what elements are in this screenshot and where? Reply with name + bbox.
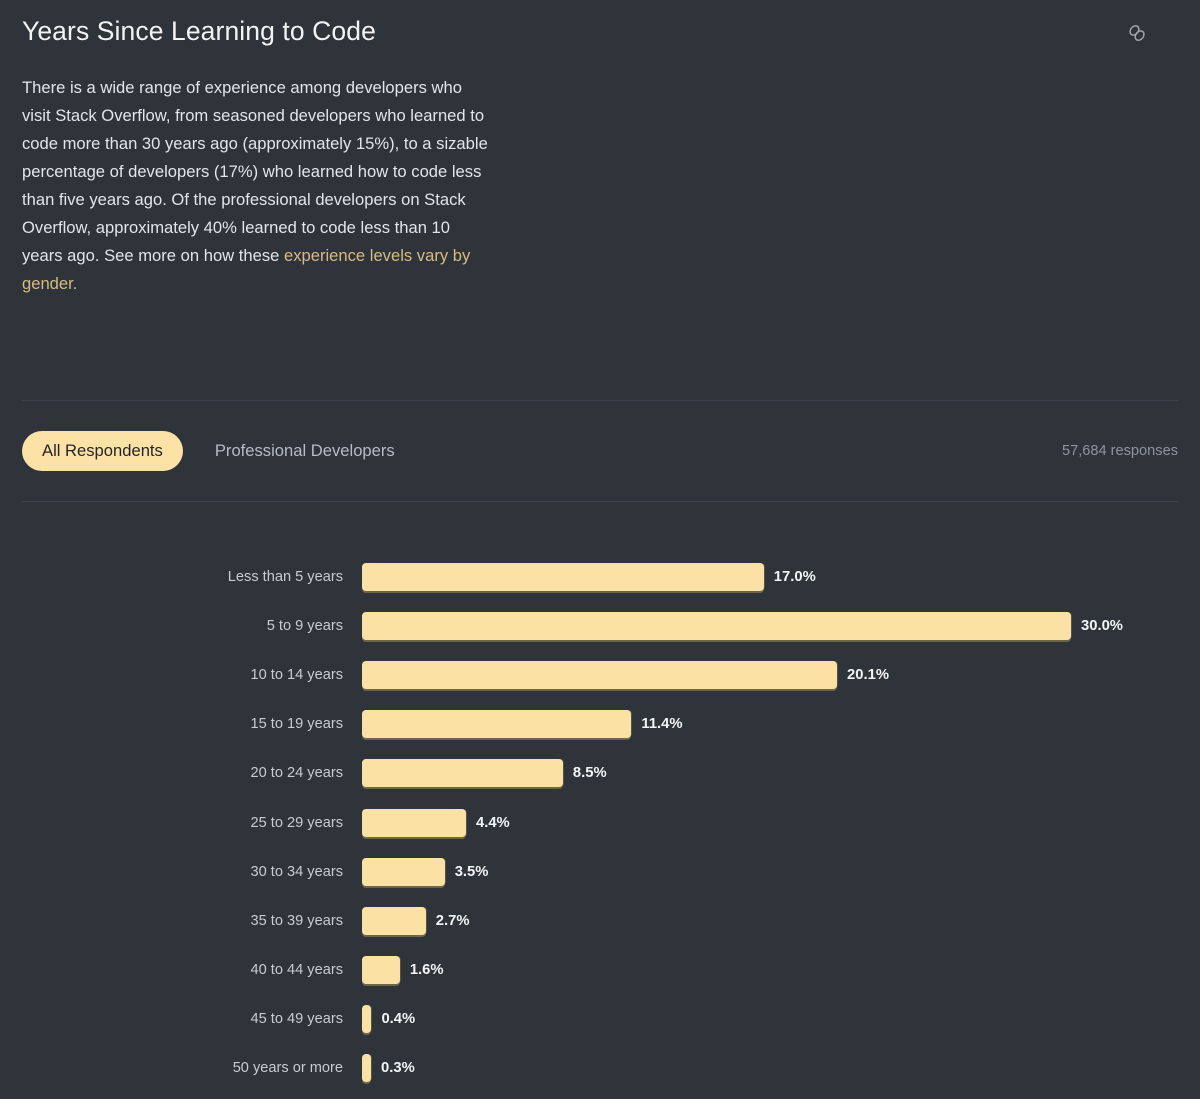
bar-track: 20.1% [362,650,1200,699]
bar[interactable] [362,710,632,739]
bar-category-label: 50 years or more [232,1060,343,1077]
bar[interactable] [362,808,466,837]
bar-value-label: 8.5% [572,765,607,782]
bar-value-label: 2.7% [435,912,470,929]
description-body: There is a wide range of experience amon… [22,78,488,265]
bar[interactable] [362,906,426,935]
tab-professional-developers[interactable]: Professional Developers [195,431,415,471]
bar-value-label: 20.1% [847,666,889,683]
bar[interactable] [362,660,838,689]
bar-category-label: Less than 5 years [227,568,343,585]
bar-value-label: 3.5% [454,863,489,880]
bar-category-label: 25 to 29 years [250,814,344,831]
bar-track: 17.0% [362,552,1200,601]
bar[interactable] [362,611,1071,640]
bar-category-label: 45 to 49 years [250,1011,344,1028]
tab-all-respondents[interactable]: All Respondents [22,431,183,471]
bar-category-label: 10 to 14 years [250,666,344,683]
bar-row: 40 to 44 years 1.6% [0,946,1200,995]
bar-track: 4.4% [362,798,1200,847]
bar-value-label: 4.4% [475,814,510,831]
response-count: 57,684 responses [1061,443,1178,459]
bar-row: 30 to 34 years 3.5% [0,847,1200,896]
tab-bar: All Respondents Professional Developers … [0,401,1200,501]
bar-value-label: 17.0% [773,568,816,585]
bar[interactable] [362,562,764,591]
bar-row: 35 to 39 years 2.7% [0,896,1200,945]
bar[interactable] [362,1005,372,1034]
bar-category-label: 30 to 34 years [250,863,344,880]
bar[interactable] [362,1054,371,1083]
bar-value-label: 11.4% [641,716,683,733]
bar-row: 45 to 49 years 0.4% [0,995,1200,1044]
bar[interactable] [362,857,445,886]
description-text: There is a wide range of experience amon… [0,74,510,298]
bar-category-label: 15 to 19 years [250,716,344,733]
bar-row: 10 to 14 years 20.1% [0,650,1200,699]
card-header: Years Since Learning to Code [0,0,1200,49]
link-icon[interactable] [1124,20,1150,46]
bar-track: 11.4% [362,700,1200,749]
bar-track: 2.7% [362,896,1200,945]
bar-category-label: 20 to 24 years [250,765,344,782]
bar-track: 0.3% [362,1044,1200,1093]
bar-track: 0.4% [362,995,1200,1044]
bar-row: 25 to 29 years 4.4% [0,798,1200,847]
bar-row: 20 to 24 years 8.5% [0,749,1200,798]
survey-result-card: Years Since Learning to Code There is a … [0,0,1200,1099]
bar-row: 5 to 9 years 30.0% [0,601,1200,650]
bar-track: 30.0% [362,601,1200,650]
bar-value-label: 0.4% [381,1011,416,1028]
bar-chart: Less than 5 years 17.0% 5 to 9 years 30.0% 1… [0,502,1200,1093]
bar-row: 15 to 19 years 11.4% [0,700,1200,749]
bar-value-label: 0.3% [381,1060,415,1077]
bar[interactable] [362,759,563,788]
bar-row: Less than 5 years 17.0% [0,552,1200,601]
bar-track: 1.6% [362,946,1200,995]
page-title: Years Since Learning to Code [22,16,376,46]
bar[interactable] [362,956,400,985]
bar-category-label: 5 to 9 years [266,617,343,634]
bar-row: 50 years or more 0.3% [0,1044,1200,1093]
bar-value-label: 30.0% [1081,617,1123,634]
bar-category-label: 35 to 39 years [250,912,344,929]
bar-track: 8.5% [362,749,1200,798]
bar-track: 3.5% [362,847,1200,896]
bar-value-label: 1.6% [409,962,444,979]
bar-category-label: 40 to 44 years [250,962,344,979]
